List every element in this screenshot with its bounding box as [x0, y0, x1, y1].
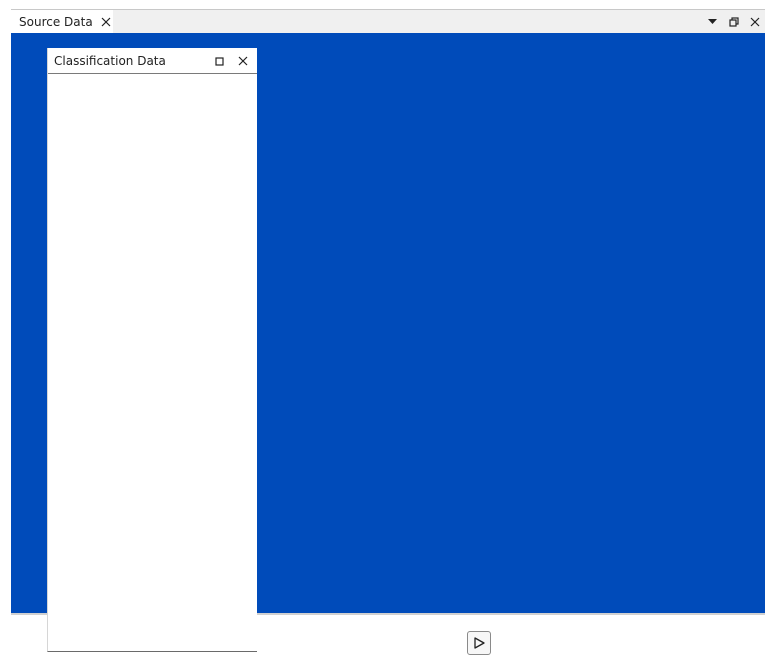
panel-body: [48, 74, 257, 651]
maximize-icon[interactable]: [209, 51, 229, 71]
panel-header[interactable]: Classification Data: [48, 48, 257, 74]
panel-buttons: [205, 51, 253, 71]
dropdown-arrow-icon[interactable]: [702, 11, 723, 32]
classification-data-panel: Classification Data: [47, 48, 257, 652]
play-button[interactable]: [467, 631, 491, 655]
panel-title: Classification Data: [54, 53, 166, 68]
close-icon[interactable]: [744, 11, 765, 32]
restore-window-icon[interactable]: [723, 11, 744, 32]
play-icon: [473, 637, 485, 649]
tab-source-data[interactable]: Source Data: [11, 10, 113, 33]
tab-bar: Source Data: [11, 9, 765, 33]
close-icon[interactable]: [233, 51, 253, 71]
tab-label: Source Data: [19, 14, 93, 29]
app-window: Source Data Classification Data: [0, 0, 773, 666]
window-controls: [702, 10, 765, 33]
close-icon[interactable]: [99, 15, 113, 29]
